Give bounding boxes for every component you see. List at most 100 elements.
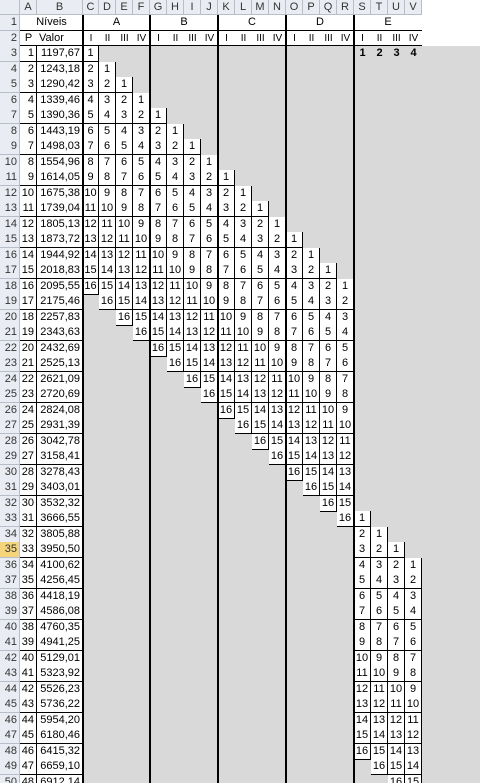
level-cell[interactable]: 13 [116, 263, 133, 279]
level-cell[interactable]: 4 [354, 557, 371, 574]
level-cell[interactable]: 6 [303, 325, 320, 341]
level-cell[interactable]: 2 [286, 247, 303, 264]
level-cell[interactable]: 5 [184, 201, 201, 217]
level-cell[interactable]: 9 [320, 387, 337, 403]
row-header[interactable]: 1 [0, 15, 20, 31]
valor-cell[interactable]: 3042,78 [37, 433, 83, 450]
level-cell[interactable]: 6 [252, 278, 269, 295]
level-cell[interactable]: 9 [269, 340, 286, 357]
level-cell[interactable]: 2 [252, 216, 269, 233]
level-cell[interactable]: 11 [167, 278, 184, 295]
level-cell[interactable]: 8 [235, 294, 252, 310]
row-header[interactable]: 8 [0, 123, 20, 140]
level-cell[interactable]: 6 [184, 216, 201, 233]
row-header[interactable]: 46 [0, 712, 20, 729]
level-cell[interactable]: 12 [286, 402, 303, 419]
level-cell[interactable]: 5 [371, 588, 388, 605]
level-cell[interactable]: 2 [235, 201, 252, 217]
level-cell[interactable]: 12 [83, 216, 99, 233]
level-cell[interactable]: 7 [184, 232, 201, 248]
level-cell[interactable]: 12 [371, 697, 388, 713]
level-cell[interactable]: 9 [150, 232, 167, 248]
column-header-T[interactable]: T [371, 0, 388, 15]
level-cell[interactable]: 4 [167, 170, 184, 186]
level-cell[interactable]: 11 [150, 263, 167, 279]
p-cell[interactable]: 32 [20, 526, 37, 543]
level-cell[interactable]: 16 [184, 371, 201, 388]
level-cell[interactable]: 16 [150, 340, 167, 357]
level-cell[interactable]: 13 [83, 232, 99, 248]
row-header[interactable]: 35 [0, 542, 20, 558]
level-cell[interactable]: 10 [167, 263, 184, 279]
level-cell[interactable]: 13 [286, 418, 303, 434]
valor-cell[interactable]: 2720,69 [37, 387, 83, 403]
column-header-M[interactable]: M [252, 0, 269, 15]
level-cell[interactable]: 6 [405, 635, 422, 651]
p-cell[interactable]: 35 [20, 573, 37, 589]
level-cell[interactable]: 9 [116, 201, 133, 217]
row-header[interactable]: 22 [0, 340, 20, 357]
level-cell[interactable]: 12 [405, 728, 422, 744]
level-cell[interactable]: 14 [150, 309, 167, 326]
p-cell[interactable]: 23 [20, 387, 37, 403]
level-cell[interactable]: 2 [269, 232, 286, 248]
level-cell[interactable]: 11 [269, 371, 286, 388]
level-cell[interactable]: 12 [388, 712, 405, 729]
level-cell[interactable]: 12 [235, 356, 252, 372]
column-header-P[interactable]: P [303, 0, 320, 15]
valor-cell[interactable]: 2095,55 [37, 278, 83, 295]
valor-cell[interactable]: 2432,69 [37, 340, 83, 357]
level-cell[interactable]: 2 [133, 108, 150, 124]
level-cell[interactable]: 2 [167, 139, 184, 155]
level-cell[interactable]: 2 [201, 170, 218, 186]
row-header[interactable]: 4 [0, 61, 20, 78]
p-cell[interactable]: 21 [20, 356, 37, 372]
level-cell[interactable]: 14 [371, 728, 388, 744]
valor-cell[interactable]: 4100,62 [37, 557, 83, 574]
valor-cell[interactable]: 5954,20 [37, 712, 83, 729]
level-cell[interactable]: 5 [320, 325, 337, 341]
level-cell[interactable]: 1 [303, 247, 320, 264]
select-all-corner[interactable] [0, 0, 20, 15]
level-cell[interactable]: 1 [252, 201, 269, 217]
column-header-C[interactable]: C [83, 0, 99, 15]
p-cell[interactable]: 34 [20, 557, 37, 574]
level-cell[interactable]: 4 [303, 294, 320, 310]
level-cell[interactable]: 12 [269, 387, 286, 403]
level-cell[interactable]: 10 [150, 247, 167, 264]
valor-cell[interactable]: 3278,43 [37, 464, 83, 481]
valor-cell[interactable]: 5129,01 [37, 650, 83, 667]
valor-cell[interactable]: 4760,35 [37, 619, 83, 636]
level-cell[interactable]: 11 [252, 356, 269, 372]
level-cell[interactable]: 8 [201, 263, 218, 279]
valor-cell[interactable]: 6415,32 [37, 743, 83, 760]
valor-cell[interactable]: 2931,39 [37, 418, 83, 434]
row-header[interactable]: 25 [0, 387, 20, 403]
level-cell[interactable]: 10 [371, 666, 388, 682]
p-cell[interactable]: 46 [20, 743, 37, 760]
level-cell[interactable]: 5 [303, 309, 320, 326]
column-header-G[interactable]: G [150, 0, 167, 15]
level-cell[interactable]: 13 [99, 247, 116, 264]
valor-cell[interactable]: 2343,63 [37, 325, 83, 341]
level-cell[interactable]: 12 [201, 325, 218, 341]
level-cell[interactable]: 14 [184, 340, 201, 357]
row-header[interactable]: 50 [0, 774, 20, 783]
column-header-H[interactable]: H [167, 0, 184, 15]
level-cell[interactable]: 2 [303, 263, 320, 279]
level-cell[interactable]: 8 [371, 635, 388, 651]
valor-cell[interactable]: 1290,42 [37, 77, 83, 93]
level-cell[interactable]: 3 [354, 542, 371, 558]
valor-cell[interactable]: 5736,22 [37, 697, 83, 713]
level-cell[interactable]: 8 [133, 201, 150, 217]
p-cell[interactable]: 13 [20, 232, 37, 248]
row-header[interactable]: 39 [0, 604, 20, 620]
level-cell[interactable]: 16 [337, 511, 354, 527]
level-cell[interactable]: 8 [252, 309, 269, 326]
level-cell[interactable]: 15 [405, 774, 422, 783]
row-header[interactable]: 31 [0, 480, 20, 496]
p-cell[interactable]: 45 [20, 728, 37, 744]
row-header[interactable]: 45 [0, 697, 20, 713]
level-cell[interactable]: 7 [405, 650, 422, 667]
level-cell[interactable]: 6 [286, 309, 303, 326]
